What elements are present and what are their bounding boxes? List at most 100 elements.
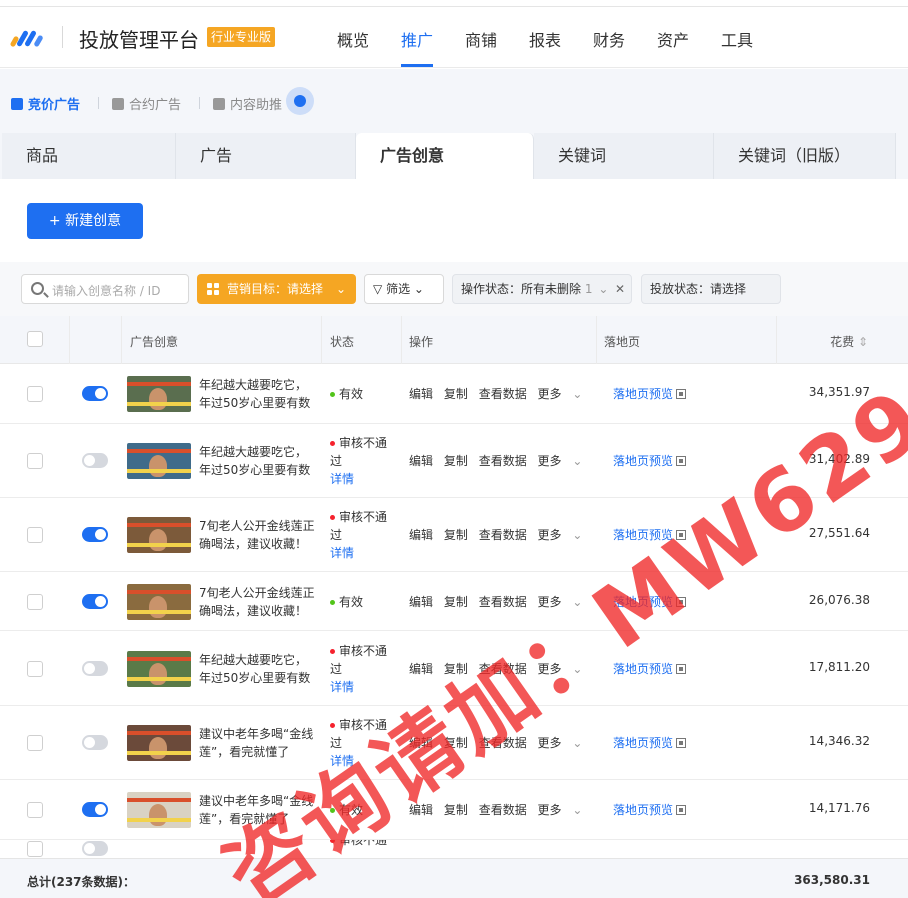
view-data-link[interactable]: 查看数据 — [479, 595, 527, 609]
qr-code-icon[interactable] — [676, 389, 687, 399]
copy-link[interactable]: 复制 — [444, 595, 468, 609]
more-dropdown[interactable]: 更多 ⌄ — [538, 662, 590, 676]
copy-link[interactable]: 复制 — [444, 803, 468, 817]
row-checkbox[interactable] — [27, 594, 43, 610]
view-data-link[interactable]: 查看数据 — [479, 736, 527, 750]
edit-link[interactable]: 编辑 — [409, 454, 433, 468]
edit-link[interactable]: 编辑 — [409, 662, 433, 676]
tab-keywords-legacy[interactable]: 关键词（旧版） — [714, 133, 896, 179]
view-data-link[interactable]: 查看数据 — [479, 454, 527, 468]
nav-overview[interactable]: 概览 — [337, 27, 369, 51]
nav-shop[interactable]: 商铺 — [465, 27, 497, 51]
creative-title[interactable]: 建议中老年多喝“金线莲”，看完就懂了 — [199, 725, 315, 761]
qr-code-icon[interactable] — [676, 456, 687, 466]
enable-toggle[interactable] — [82, 453, 108, 468]
nav-tools[interactable]: 工具 — [721, 27, 753, 51]
more-dropdown[interactable]: 更多 ⌄ — [538, 387, 590, 401]
search-input[interactable]: 请输入创意名称 / ID — [21, 274, 189, 304]
subtab-bidding-ads[interactable]: 竞价广告 — [11, 94, 80, 113]
creative-title[interactable]: 年纪越大越要吃它，年过50岁心里要有数 — [199, 443, 315, 479]
view-data-link[interactable]: 查看数据 — [479, 662, 527, 676]
copy-link[interactable]: 复制 — [444, 528, 468, 542]
guide-hotspot-icon[interactable] — [286, 87, 314, 115]
creative-title[interactable]: 年纪越大越要吃它，年过50岁心里要有数 — [199, 651, 315, 687]
landing-page-preview-link[interactable]: 落地页预览 — [613, 660, 687, 677]
landing-page-preview-link[interactable]: 落地页预览 — [613, 801, 687, 818]
row-checkbox[interactable] — [27, 453, 43, 469]
subtab-content-boost[interactable]: 内容助推 — [213, 94, 282, 113]
creative-title[interactable]: 7旬老人公开金线莲正确喝法，建议收藏！ — [199, 584, 315, 620]
nav-reports[interactable]: 报表 — [529, 27, 561, 51]
select-all-checkbox[interactable] — [27, 331, 43, 347]
edit-link[interactable]: 编辑 — [409, 528, 433, 542]
enable-toggle[interactable] — [82, 386, 108, 401]
copy-link[interactable]: 复制 — [444, 454, 468, 468]
creative-title[interactable]: 年纪越大越要吃它，年过50岁心里要有数 — [199, 376, 315, 412]
copy-link[interactable]: 复制 — [444, 387, 468, 401]
creative-thumbnail[interactable] — [127, 376, 191, 412]
copy-link[interactable]: 复制 — [444, 662, 468, 676]
creative-thumbnail[interactable] — [127, 792, 191, 828]
nav-finance[interactable]: 财务 — [593, 27, 625, 51]
landing-page-preview-link[interactable]: 落地页预览 — [613, 593, 687, 610]
creative-thumbnail[interactable] — [127, 584, 191, 620]
tab-products[interactable]: 商品 — [2, 133, 176, 179]
subtab-contract-ads[interactable]: 合约广告 — [112, 94, 181, 113]
edit-link[interactable]: 编辑 — [409, 803, 433, 817]
row-checkbox[interactable] — [27, 661, 43, 677]
enable-toggle[interactable] — [82, 735, 108, 750]
view-data-link[interactable]: 查看数据 — [479, 528, 527, 542]
operation-status-filter[interactable]: 操作状态：所有未删除 1 ⌄ ✕ — [452, 274, 632, 304]
column-header-cost[interactable]: 花费 ⇕ — [830, 333, 868, 350]
filter-button[interactable]: ▽ 筛选 ⌄ — [364, 274, 444, 304]
status-detail-link[interactable]: 详情 — [330, 470, 396, 488]
row-checkbox[interactable] — [27, 735, 43, 751]
row-checkbox[interactable] — [27, 841, 43, 857]
edit-link[interactable]: 编辑 — [409, 595, 433, 609]
enable-toggle[interactable] — [82, 802, 108, 817]
qr-code-icon[interactable] — [676, 738, 687, 748]
qr-code-icon[interactable] — [676, 664, 687, 674]
status-detail-link[interactable]: 详情 — [330, 678, 396, 696]
creative-thumbnail[interactable] — [127, 443, 191, 479]
status-detail-link[interactable]: 详情 — [330, 752, 396, 770]
close-icon[interactable]: ✕ — [615, 275, 625, 303]
landing-page-preview-link[interactable]: 落地页预览 — [613, 526, 687, 543]
more-dropdown[interactable]: 更多 ⌄ — [538, 528, 590, 542]
enable-toggle[interactable] — [82, 594, 108, 609]
creative-thumbnail[interactable] — [127, 651, 191, 687]
qr-code-icon[interactable] — [676, 805, 687, 815]
more-dropdown[interactable]: 更多 ⌄ — [538, 454, 590, 468]
creative-thumbnail[interactable] — [127, 725, 191, 761]
enable-toggle[interactable] — [82, 527, 108, 542]
creative-title[interactable]: 7旬老人公开金线莲正确喝法，建议收藏！ — [199, 517, 315, 553]
creative-title[interactable]: 建议中老年多喝“金线莲”，看完就懂了 — [199, 792, 315, 828]
row-checkbox[interactable] — [27, 527, 43, 543]
enable-toggle[interactable] — [82, 661, 108, 676]
more-dropdown[interactable]: 更多 ⌄ — [538, 803, 590, 817]
creative-thumbnail[interactable] — [127, 517, 191, 553]
landing-page-preview-link[interactable]: 落地页预览 — [613, 452, 687, 469]
delivery-status-filter[interactable]: 投放状态：请选择 — [641, 274, 781, 304]
tab-keywords[interactable]: 关键词 — [534, 133, 714, 179]
qr-code-icon[interactable] — [676, 530, 687, 540]
row-checkbox[interactable] — [27, 386, 43, 402]
landing-page-preview-link[interactable]: 落地页预览 — [613, 385, 687, 402]
nav-assets[interactable]: 资产 — [657, 27, 689, 51]
row-checkbox[interactable] — [27, 802, 43, 818]
edit-link[interactable]: 编辑 — [409, 387, 433, 401]
nav-promotion[interactable]: 推广 — [401, 27, 433, 51]
view-data-link[interactable]: 查看数据 — [479, 387, 527, 401]
new-creative-button[interactable]: + 新建创意 — [27, 203, 143, 239]
view-data-link[interactable]: 查看数据 — [479, 803, 527, 817]
more-dropdown[interactable]: 更多 ⌄ — [538, 595, 590, 609]
copy-link[interactable]: 复制 — [444, 736, 468, 750]
more-dropdown[interactable]: 更多 ⌄ — [538, 736, 590, 750]
edit-link[interactable]: 编辑 — [409, 736, 433, 750]
marketing-goal-select[interactable]: 营销目标：请选择 ⌄ — [197, 274, 356, 304]
landing-page-preview-link[interactable]: 落地页预览 — [613, 734, 687, 751]
qr-code-icon[interactable] — [676, 597, 687, 607]
status-detail-link[interactable]: 详情 — [330, 544, 396, 562]
tab-ad-creatives[interactable]: 广告创意 — [356, 133, 534, 179]
enable-toggle[interactable] — [82, 841, 108, 856]
